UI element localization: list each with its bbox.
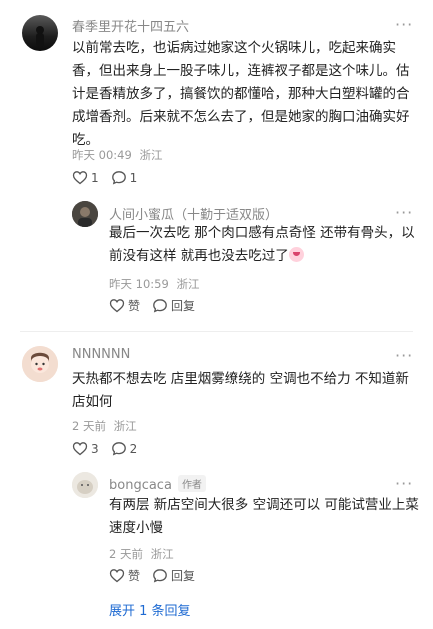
reply-actions: 赞 回复 xyxy=(109,567,207,584)
reply-meta: 2 天前 浙江 xyxy=(109,546,174,562)
reply-label: 回复 xyxy=(171,569,196,583)
comment-username[interactable]: NNNNNN xyxy=(72,347,130,362)
reply-username[interactable]: bongcaca 作者 xyxy=(109,475,206,493)
comment-location: 浙江 xyxy=(113,419,137,433)
avatar-image xyxy=(72,472,98,498)
reply-username-text: bongcaca xyxy=(109,478,172,493)
comment-bubble-icon xyxy=(153,569,167,583)
like-label: 赞 xyxy=(128,569,141,583)
heart-icon xyxy=(109,569,125,583)
expand-replies-link[interactable]: 展开 1 条回复 xyxy=(109,600,191,619)
reply-time: 2 天前 xyxy=(109,547,143,561)
comment-item: NNNNNN ··· 天热都不想去吃 店里烟雾缭绕的 空调也不给力 不知道新店如… xyxy=(0,0,433,629)
reply-avatar[interactable] xyxy=(72,472,98,498)
reply-button[interactable]: 2 xyxy=(111,441,138,456)
avatar[interactable] xyxy=(22,346,58,382)
reply-button[interactable]: 回复 xyxy=(152,567,195,584)
comment-bubble-icon xyxy=(111,442,126,456)
like-count: 3 xyxy=(91,441,99,456)
reply-text: 有两层 新店空间大很多 空调还可以 可能试营业上菜速度小慢 xyxy=(109,497,419,536)
more-dots-icon[interactable]: ··· xyxy=(395,476,413,492)
comment-time: 2 天前 xyxy=(72,419,106,433)
like-button[interactable]: 3 xyxy=(72,441,99,456)
more-dots-icon[interactable]: ··· xyxy=(395,348,413,364)
comment-text: 天热都不想去吃 店里烟雾缭绕的 空调也不给力 不知道新店如何 xyxy=(72,371,409,410)
reply-location: 浙江 xyxy=(150,547,174,561)
avatar-image xyxy=(22,346,58,382)
comment-meta: 2 天前 浙江 xyxy=(72,418,137,434)
like-button[interactable]: 赞 xyxy=(109,567,140,584)
heart-icon xyxy=(72,442,88,456)
author-badge: 作者 xyxy=(177,475,206,492)
reply-count: 2 xyxy=(129,441,138,456)
comment-actions: 3 2 xyxy=(72,441,149,456)
